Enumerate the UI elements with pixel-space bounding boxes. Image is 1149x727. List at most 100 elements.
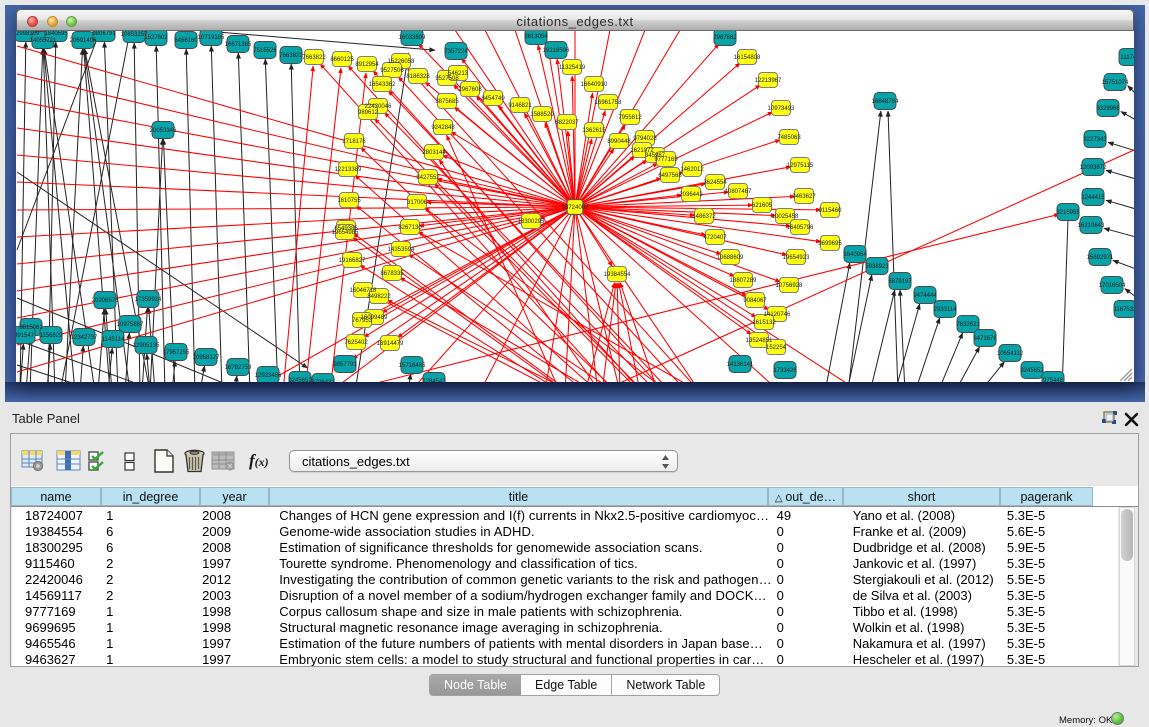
svg-text:11325419: 11325419	[559, 65, 586, 71]
svg-text:391547: 391547	[16, 333, 35, 339]
svg-text:12923486: 12923486	[255, 373, 282, 379]
svg-text:16782759: 16782759	[225, 365, 252, 371]
svg-text:8678335: 8678335	[380, 271, 404, 277]
svg-text:15692971: 15692971	[1087, 255, 1114, 261]
svg-text:16543362: 16543362	[369, 82, 396, 88]
svg-text:8186328: 8186328	[406, 74, 430, 80]
svg-text:5938923: 5938923	[865, 264, 889, 270]
svg-text:1244415: 1244415	[1081, 195, 1105, 201]
svg-text:9242848: 9242848	[431, 125, 455, 131]
svg-text:9699695: 9699695	[818, 241, 842, 247]
svg-text:1615132: 1615132	[752, 320, 776, 326]
svg-text:7485063: 7485063	[777, 135, 801, 141]
svg-text:14055721: 14055721	[30, 38, 57, 44]
svg-text:19654923: 19654923	[783, 255, 810, 261]
svg-text:9329966: 9329966	[1096, 106, 1120, 112]
svg-text:1156829: 1156829	[40, 333, 64, 339]
svg-text:9794028: 9794028	[633, 136, 657, 142]
svg-text:16495796: 16495796	[787, 225, 814, 231]
svg-text:12093872: 12093872	[1080, 165, 1107, 171]
svg-text:7663822: 7663822	[279, 53, 303, 59]
svg-text:6466160: 6466160	[174, 38, 198, 44]
svg-text:9474444: 9474444	[913, 293, 937, 299]
svg-text:20691406: 20691406	[70, 38, 97, 44]
svg-text:10756928: 10756928	[776, 283, 803, 289]
svg-text:7955812: 7955812	[618, 115, 642, 121]
svg-text:1733426: 1733426	[773, 368, 797, 374]
svg-text:14120746: 14120746	[764, 312, 791, 318]
svg-text:8471676: 8471676	[973, 336, 997, 342]
svg-text:15751074: 15751074	[1102, 80, 1129, 86]
svg-text:16154808: 16154808	[734, 55, 761, 61]
svg-text:16640910: 16640910	[581, 82, 608, 88]
svg-text:16210643: 16210643	[1078, 223, 1105, 229]
svg-text:9146821: 9146821	[508, 103, 532, 109]
svg-text:317006: 317006	[407, 200, 428, 206]
svg-text:15716485: 15716485	[399, 363, 426, 369]
svg-text:3215955: 3215955	[1056, 210, 1080, 216]
svg-text:17957255: 17957255	[163, 350, 190, 356]
svg-text:1462012: 1462012	[680, 167, 704, 173]
svg-text:1610755: 1610755	[337, 198, 361, 204]
svg-text:10719185: 10719185	[198, 35, 225, 41]
svg-text:19654985: 19654985	[332, 230, 359, 236]
svg-text:16961758: 16961758	[595, 100, 622, 106]
svg-text:152254: 152254	[766, 345, 787, 351]
svg-text:767953: 767953	[352, 318, 373, 324]
svg-text:2967608: 2967608	[458, 87, 482, 93]
svg-text:9227343: 9227343	[1083, 137, 1107, 143]
svg-text:8706432: 8706432	[311, 380, 335, 382]
svg-text:20053346: 20053346	[150, 128, 177, 134]
svg-text:18300295: 18300295	[518, 219, 545, 225]
svg-text:9857791: 9857791	[333, 362, 357, 368]
svg-text:8990448: 8990448	[607, 139, 631, 145]
svg-text:8427552: 8427552	[416, 175, 440, 181]
svg-text:8613054: 8613054	[524, 34, 548, 40]
svg-text:10975867: 10975867	[117, 322, 144, 328]
svg-text:3875685: 3875685	[435, 99, 459, 105]
svg-text:8267130: 8267130	[398, 225, 422, 231]
svg-text:9115460: 9115460	[819, 208, 843, 214]
svg-text:2803144: 2803144	[422, 150, 446, 156]
svg-text:12213389: 12213389	[335, 167, 362, 173]
svg-text:19218596: 19218596	[543, 48, 570, 54]
svg-text:3624554: 3624554	[703, 180, 727, 186]
svg-text:546213: 546213	[448, 71, 469, 77]
svg-text:2718176: 2718176	[342, 139, 366, 145]
svg-text:7632621: 7632621	[956, 322, 980, 328]
svg-text:12975115: 12975115	[787, 163, 814, 169]
svg-text:10025458: 10025458	[772, 214, 799, 220]
svg-text:9806791: 9806791	[92, 31, 116, 37]
svg-text:2987682: 2987682	[713, 35, 737, 41]
svg-text:19166827: 19166827	[339, 258, 366, 264]
svg-text:1640954: 1640954	[843, 252, 867, 258]
svg-text:12342737: 12342737	[71, 335, 98, 341]
svg-text:2036442: 2036442	[679, 192, 703, 198]
svg-text:13524851: 13524851	[746, 338, 773, 344]
svg-text:10688609: 10688609	[717, 255, 744, 261]
svg-text:8912954: 8912954	[355, 62, 379, 68]
svg-text:20206576: 20206576	[92, 298, 119, 304]
svg-text:18724007: 18724007	[562, 205, 589, 211]
svg-text:12213967: 12213967	[755, 78, 782, 84]
svg-text:7357224: 7357224	[444, 49, 468, 55]
svg-text:14136141: 14136141	[727, 362, 754, 368]
svg-text:1588520: 1588520	[530, 112, 554, 118]
svg-text:621605: 621605	[752, 203, 773, 209]
svg-text:17016504: 17016504	[1099, 283, 1126, 289]
svg-text:16671385: 16671385	[225, 42, 252, 48]
svg-text:111745: 111745	[1120, 55, 1134, 61]
svg-text:7625402: 7625402	[344, 340, 368, 346]
svg-text:8454749: 8454749	[481, 96, 505, 102]
svg-text:10654112: 10654112	[997, 351, 1024, 357]
svg-text:16033809: 16033809	[399, 35, 426, 41]
svg-text:9084067: 9084067	[743, 298, 767, 304]
svg-text:1145114: 1145114	[102, 337, 125, 343]
svg-text:989612: 989612	[358, 110, 379, 116]
svg-text:22998309: 22998309	[16, 31, 40, 37]
svg-text:12905135: 12905135	[133, 343, 160, 349]
svg-text:8660125: 8660125	[330, 57, 354, 63]
svg-text:6497568: 6497568	[658, 173, 682, 179]
svg-text:8822037: 8822037	[555, 120, 579, 126]
svg-text:7515526: 7515526	[253, 48, 277, 54]
